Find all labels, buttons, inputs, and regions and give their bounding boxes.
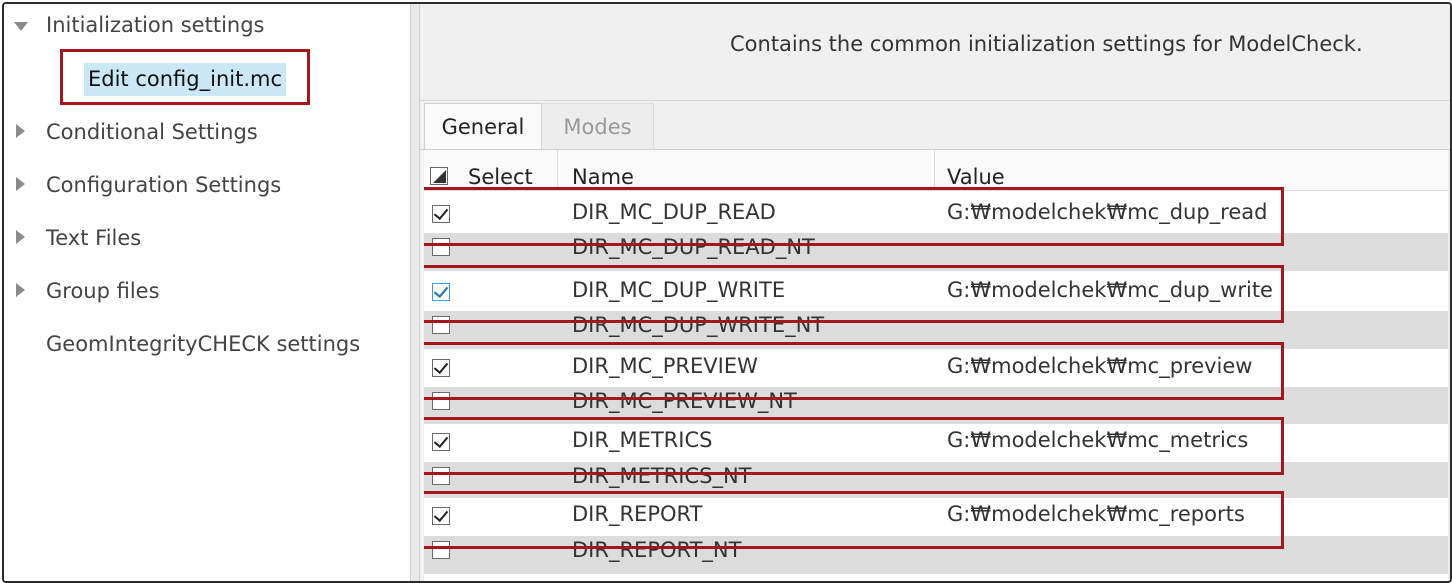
row-name: DIR_MC_DUP_READ_NT xyxy=(572,235,815,259)
row-value[interactable]: G:₩modelchek₩mc_metrics xyxy=(947,428,1248,452)
row-checkbox[interactable] xyxy=(432,392,450,410)
row-name: DIR_MC_DUP_WRITE_NT xyxy=(572,313,825,337)
row-checkbox[interactable] xyxy=(432,467,450,485)
table-row[interactable]: DIR_METRICS_NT xyxy=(424,462,1448,500)
table-row[interactable]: DIR_REPORT_NT xyxy=(424,536,1448,574)
chevron-right-icon[interactable] xyxy=(16,283,25,297)
description-area: Contains the common initialization setti… xyxy=(420,4,1450,101)
settings-grid: Select Name Value DIR_MC_DUP_READ G:₩mode… xyxy=(424,150,1448,581)
row-name: DIR_MC_PREVIEW xyxy=(572,354,758,378)
row-checkbox[interactable] xyxy=(432,358,450,377)
row-name: DIR_MC_DUP_READ xyxy=(572,200,776,224)
settings-tree: Initialization settings Edit config_init… xyxy=(4,4,410,581)
table-row[interactable]: DIR_REPORT G:₩modelchek₩mc_reports xyxy=(424,498,1448,534)
table-row[interactable]: DIR_MC_DUP_WRITE G:₩modelchek₩mc_dup_writ… xyxy=(424,274,1448,310)
row-name: DIR_METRICS xyxy=(572,428,713,452)
row-checkbox[interactable] xyxy=(432,506,450,525)
table-row[interactable]: DIR_METRICS G:₩modelchek₩mc_metrics xyxy=(424,424,1448,460)
row-checkbox[interactable] xyxy=(432,282,450,301)
select-all-checkbox[interactable] xyxy=(430,167,448,185)
row-name: DIR_MC_DUP_WRITE xyxy=(572,278,786,302)
row-checkbox[interactable] xyxy=(432,238,450,256)
checkmark-icon xyxy=(433,204,449,221)
row-checkbox[interactable] xyxy=(432,316,450,334)
row-name: DIR_MC_PREVIEW_NT xyxy=(572,389,797,413)
column-header-name[interactable]: Name xyxy=(558,150,935,190)
window-frame: Initialization settings Edit config_init… xyxy=(2,2,1452,583)
chevron-down-icon[interactable] xyxy=(14,22,28,31)
tab-general[interactable]: General xyxy=(424,103,542,149)
row-checkbox[interactable] xyxy=(432,432,450,451)
grid-header: Select Name Value xyxy=(424,150,1448,191)
table-row[interactable]: DIR_MC_DUP_READ_NT xyxy=(424,233,1448,271)
row-value[interactable]: G:₩modelchek₩mc_preview xyxy=(947,354,1252,378)
tree-item-conditional-settings[interactable]: Conditional Settings xyxy=(4,118,404,148)
settings-panel: Contains the common initialization setti… xyxy=(420,4,1450,581)
row-checkbox[interactable] xyxy=(432,541,450,559)
tree-item-label: GeomIntegrityCHECK settings xyxy=(46,332,361,356)
chevron-right-icon[interactable] xyxy=(16,124,25,138)
description-text: Contains the common initialization setti… xyxy=(730,32,1363,56)
row-value[interactable]: G:₩modelchek₩mc_dup_read xyxy=(947,200,1267,224)
table-row[interactable]: DIR_MC_DUP_READ G:₩modelchek₩mc_dup_read xyxy=(424,196,1448,232)
tree-item-label: Initialization settings xyxy=(46,13,265,37)
row-name: DIR_REPORT_NT xyxy=(572,538,742,562)
checkmark-icon xyxy=(433,432,449,449)
tab-modes[interactable]: Modes xyxy=(542,103,654,149)
tree-item-label: Configuration Settings xyxy=(46,173,282,197)
column-header-value[interactable]: Value xyxy=(935,150,1448,190)
chevron-right-icon[interactable] xyxy=(16,177,25,191)
checkmark-icon xyxy=(433,358,449,375)
row-value[interactable]: G:₩modelchek₩mc_reports xyxy=(947,502,1245,526)
triangle-icon xyxy=(433,170,446,183)
tree-item-configuration-settings[interactable]: Configuration Settings xyxy=(4,171,404,201)
tree-item-label: Group files xyxy=(46,279,160,303)
chevron-right-icon[interactable] xyxy=(16,230,25,244)
table-row[interactable]: DIR_MC_PREVIEW G:₩modelchek₩mc_preview xyxy=(424,350,1448,386)
tree-item-label: Conditional Settings xyxy=(46,120,258,144)
column-header-select[interactable]: Select xyxy=(424,150,558,190)
row-name: DIR_METRICS_NT xyxy=(572,464,752,488)
checkmark-icon xyxy=(433,506,449,523)
row-name: DIR_REPORT xyxy=(572,502,703,526)
pane-splitter[interactable] xyxy=(410,4,420,581)
table-row[interactable]: DIR_MC_PREVIEW_NT xyxy=(424,387,1448,425)
tree-item-group-files[interactable]: Group files xyxy=(4,277,404,307)
tree-item-edit-config-init[interactable]: Edit config_init.mc xyxy=(84,63,286,96)
tab-bar: General Modes xyxy=(420,101,1450,150)
tree-item-geomintegritycheck-settings[interactable]: GeomIntegrityCHECK settings xyxy=(4,330,404,360)
tree-item-text-files[interactable]: Text Files xyxy=(4,224,404,254)
tree-item-initialization-settings[interactable]: Initialization settings xyxy=(4,11,404,41)
row-checkbox[interactable] xyxy=(432,204,450,223)
table-row[interactable]: DIR_MC_DUP_WRITE_NT xyxy=(424,311,1448,349)
row-value[interactable]: G:₩modelchek₩mc_dup_write xyxy=(947,278,1273,302)
checkmark-icon xyxy=(433,282,449,299)
tree-item-label: Text Files xyxy=(46,226,142,250)
